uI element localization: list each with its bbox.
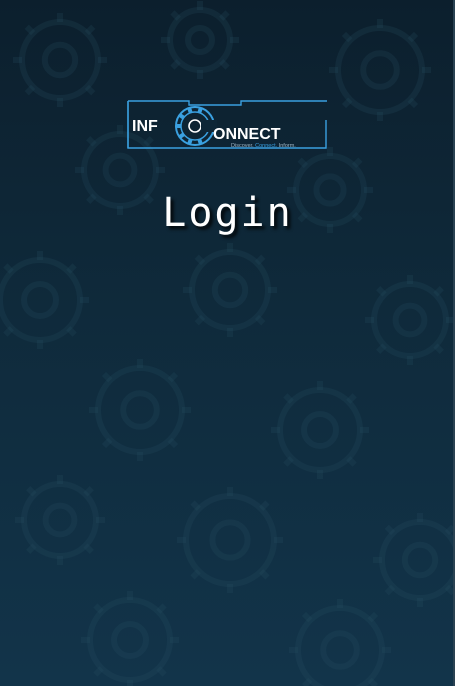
logo-text-onnect: ONNECT [213,126,281,143]
gear-icon [175,106,217,146]
logo-text-inf: INF [132,118,158,135]
page-title: Login [162,190,293,236]
app-logo: INF ONNECT Discover. Connect. Inform. [127,100,327,152]
logo-tagline: Discover. Connect. Inform. [231,143,296,149]
